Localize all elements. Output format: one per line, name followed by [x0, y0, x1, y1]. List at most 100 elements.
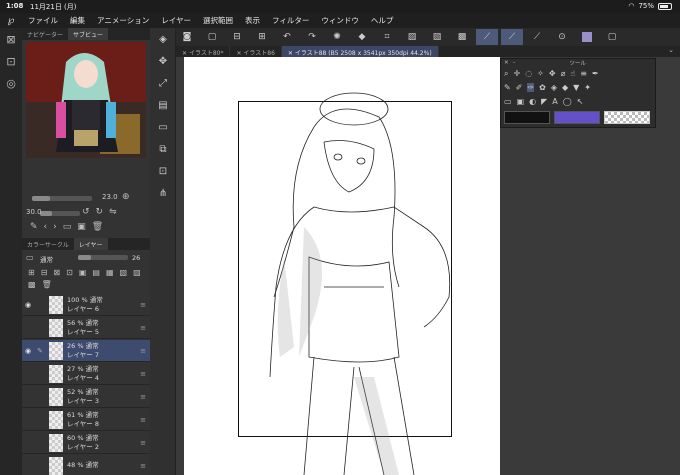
ruler-tool-icon[interactable]: ≡: [580, 69, 587, 79]
hand-tool-icon[interactable]: ☝: [570, 69, 575, 79]
tab-navigator[interactable]: ナビゲーター: [22, 28, 68, 40]
drag-handle-icon[interactable]: ≡: [140, 393, 146, 401]
layer-row[interactable]: 52 % 通常 レイヤー 3 ≡: [22, 386, 150, 408]
next-icon[interactable]: ›: [53, 222, 57, 232]
sub-color-swatch[interactable]: [554, 111, 600, 124]
move-tool-icon[interactable]: ✥: [150, 50, 176, 72]
drag-handle-icon[interactable]: ≡: [140, 462, 146, 470]
layer-row[interactable]: 27 % 通常 レイヤー 4 ≡: [22, 363, 150, 385]
rotate-left-icon[interactable]: ↺: [82, 207, 90, 217]
menu-filter[interactable]: フィルター: [266, 15, 315, 26]
eyedropper-icon[interactable]: ✎: [30, 222, 38, 232]
transform-tool-icon[interactable]: ⤢: [150, 72, 176, 94]
new-vector-icon[interactable]: ▧: [120, 268, 128, 277]
open-folder-icon[interactable]: ⊟: [226, 29, 248, 45]
menu-animation[interactable]: アニメーション: [91, 15, 155, 26]
new-file-icon[interactable]: ▢: [201, 29, 223, 45]
menu-window[interactable]: ウィンドウ: [315, 15, 365, 26]
layer-row[interactable]: 56 % 通常 レイヤー 5 ≡: [22, 317, 150, 339]
doc-tab[interactable]: ✕ イラスト86: [230, 46, 282, 57]
correct-line-tool-icon[interactable]: ↖: [577, 97, 584, 106]
operation-tool-icon[interactable]: ✛: [513, 69, 520, 79]
delete-layer-icon[interactable]: 🗑: [42, 280, 52, 289]
frame-tool-icon[interactable]: ▭: [504, 97, 512, 106]
clip-icon[interactable]: ⊠: [53, 268, 60, 277]
text-tool-icon[interactable]: A: [552, 97, 557, 106]
transparent-color-swatch[interactable]: [604, 111, 650, 124]
menu-edit[interactable]: 編集: [64, 15, 91, 26]
eyedrop-tool-icon[interactable]: ⌀: [561, 69, 566, 79]
vector-icon[interactable]: ⟋: [526, 29, 548, 45]
balloon-tool-icon[interactable]: ◐: [529, 97, 536, 106]
mask-icon[interactable]: ▣: [79, 268, 87, 277]
lock-icon[interactable]: ⊟: [41, 268, 48, 277]
figure-tool-icon[interactable]: ▣: [517, 97, 525, 106]
copy-icon[interactable]: ⧉: [150, 138, 176, 160]
menu-help[interactable]: ヘルプ: [365, 15, 400, 26]
merge-icon[interactable]: ▤: [92, 268, 100, 277]
move-icon[interactable]: ✥: [549, 69, 556, 79]
drag-handle-icon[interactable]: ≡: [140, 370, 146, 378]
ruler-icon[interactable]: ⟋: [476, 29, 498, 45]
new-folder-icon[interactable]: ▨: [133, 268, 141, 277]
deselect-icon[interactable]: ▨: [401, 29, 423, 45]
doc-tab-active[interactable]: ✕ イラスト88 (B5 2508 x 3541px 350dpi 44.2%): [281, 46, 439, 57]
clipboard-icon[interactable]: ▤: [150, 94, 176, 116]
blend-mode-select[interactable]: 通常: [40, 254, 53, 264]
panel-toggle-icon[interactable]: ▢: [601, 29, 623, 45]
fill-tool-icon[interactable]: ▼: [573, 83, 579, 92]
speech-tool-icon[interactable]: ◯: [563, 97, 572, 106]
fill-icon[interactable]: ◆: [351, 29, 373, 45]
magic-wand-icon[interactable]: ✧: [537, 69, 544, 79]
eraser-tool-icon[interactable]: ◈: [551, 83, 557, 92]
layer-opacity-slider[interactable]: [78, 255, 128, 260]
gradient-tool-icon[interactable]: ✦: [584, 83, 591, 92]
menu-selection[interactable]: 選択範囲: [197, 15, 239, 26]
trash-icon[interactable]: 🗑: [92, 222, 103, 232]
layers-icon[interactable]: ◈: [150, 28, 176, 50]
monitor-icon[interactable]: ▭: [150, 116, 176, 138]
layer-row[interactable]: 48 % 通常 ≡: [22, 455, 150, 475]
save-icon[interactable]: ⊞: [251, 29, 273, 45]
edit-pen-icon[interactable]: ✎: [34, 347, 46, 355]
app-logo-icon[interactable]: ℘: [0, 15, 22, 26]
prev-icon[interactable]: ‹: [44, 222, 48, 232]
reference-icon[interactable]: ⊡: [66, 268, 73, 277]
close-icon[interactable]: ✕: [504, 60, 509, 66]
tab-layer[interactable]: レイヤー: [73, 238, 108, 250]
pen-tool-icon[interactable]: ✒: [592, 69, 599, 79]
menu-file[interactable]: ファイル: [22, 15, 64, 26]
tab-color-circle[interactable]: カラーサークル: [22, 238, 74, 250]
canvas-icon[interactable]: ◙: [176, 29, 198, 45]
zoom-tool-icon[interactable]: ⌕: [504, 69, 508, 79]
new-layer-icon[interactable]: ⊞: [28, 268, 35, 277]
pen-stabilizer-icon[interactable]: ⟋: [501, 29, 523, 45]
nodes-icon[interactable]: ⋔: [150, 182, 176, 204]
rotate-right-icon[interactable]: ↻: [96, 207, 104, 217]
fit-icon[interactable]: ▭: [63, 222, 72, 232]
layer-row[interactable]: ◉ 100 % 通常 レイヤー 6 ≡: [22, 294, 150, 316]
eye-icon[interactable]: ◉: [22, 347, 34, 355]
chevron-down-icon[interactable]: ⌄: [662, 46, 680, 57]
menu-layer[interactable]: レイヤー: [155, 15, 197, 26]
folder-icon[interactable]: ⊡: [0, 50, 22, 72]
canvas-paper[interactable]: [184, 57, 500, 475]
drag-handle-icon[interactable]: ≡: [140, 301, 146, 309]
undo-icon[interactable]: ↶: [276, 29, 298, 45]
invert-icon[interactable]: ▧: [426, 29, 448, 45]
drag-handle-icon[interactable]: ≡: [140, 416, 146, 424]
drag-handle-icon[interactable]: ≡: [140, 347, 146, 355]
main-color-swatch[interactable]: [504, 111, 550, 124]
new-raster-icon[interactable]: ▦: [106, 268, 114, 277]
eye-icon[interactable]: ◉: [22, 301, 34, 309]
minimize-icon[interactable]: –: [513, 60, 516, 66]
airbrush-tool-icon[interactable]: ✑: [527, 83, 535, 92]
menu-view[interactable]: 表示: [239, 15, 266, 26]
line-tool-icon[interactable]: ◤: [541, 97, 547, 106]
layer-row-selected[interactable]: ◉ ✎ 26 % 通常 レイヤー 7 ≡: [22, 340, 150, 362]
flip-icon[interactable]: ⇋: [109, 207, 117, 217]
drag-handle-icon[interactable]: ≡: [140, 439, 146, 447]
settings-icon[interactable]: ✺: [326, 29, 348, 45]
copy-layer-icon[interactable]: ▩: [28, 280, 36, 289]
redo-icon[interactable]: ↷: [301, 29, 323, 45]
